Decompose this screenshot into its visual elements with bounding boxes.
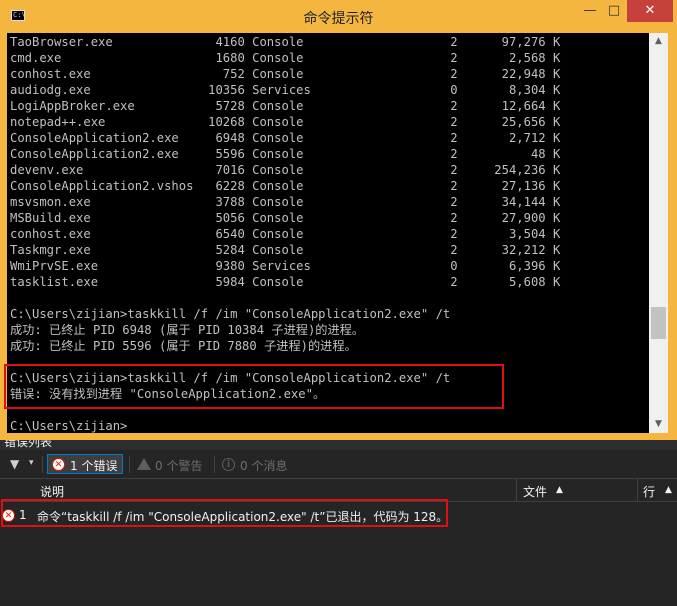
errors-filter-button[interactable]: ✕ 1 个错误 [47,454,123,474]
row-description: 命令“taskkill /f /im "ConsoleApplication2.… [37,510,449,524]
maximize-button[interactable]: □ [602,0,626,22]
column-separator[interactable] [637,479,638,501]
error-icon: ✕ [52,458,65,471]
error-list-toolbar: ▼ ▾ ✕ 1 个错误 0 个警告 i 0 个消息 [0,450,677,478]
console-line: conhost.exe 6540 Console 2 3,504 K [10,227,561,241]
close-button[interactable]: ✕ [627,0,673,22]
vertical-scrollbar[interactable]: ▲ ▼ [649,33,668,433]
console-line: ConsoleApplication2.exe 6948 Console 2 2… [10,131,561,145]
console-line: msvsmon.exe 3788 Console 2 34,144 K [10,195,561,209]
console-line: 错误: 没有找到进程 "ConsoleApplication2.exe"。 [10,387,326,401]
console-line: C:\Users\zijian>taskkill /f /im "Console… [10,307,451,321]
column-separator[interactable] [516,479,517,501]
console-line: MSBuild.exe 5056 Console 2 27,900 K [10,211,561,225]
minimize-button[interactable]: — [578,0,602,22]
table-row[interactable]: ✕ 1 命令“taskkill /f /im "ConsoleApplicati… [0,505,677,525]
toolbar-separator [129,456,130,473]
console-line: notepad++.exe 10268 Console 2 25,656 K [10,115,561,129]
sort-ascending-icon[interactable]: ▲ [665,485,672,495]
column-header-file[interactable]: 文件 [523,483,547,500]
console-line: LogiAppBroker.exe 5728 Console 2 12,664 … [10,99,561,113]
console-line: conhost.exe 752 Console 2 22,948 K [10,67,561,81]
column-header-line[interactable]: 行 [643,483,655,500]
error-list-panel-title-bar[interactable]: 错误列表 [0,440,677,450]
filter-dropdown-icon[interactable]: ▾ [29,458,34,468]
sort-ascending-icon[interactable]: ▲ [556,485,563,495]
info-icon: i [222,458,235,471]
console-line: 成功: 已终止 PID 5596 (属于 PID 7880 子进程)的进程。 [10,339,357,353]
column-header-description[interactable]: 说明 [40,483,64,500]
console-line: 成功: 已终止 PID 6948 (属于 PID 10384 子进程)的进程。 [10,323,365,337]
console-line: C:\Users\zijian> [10,419,128,433]
warnings-count-label: 0 个警告 [155,459,203,473]
console-line: devenv.exe 7016 Console 2 254,236 K [10,163,561,177]
window-title: 命令提示符 [303,11,374,27]
scroll-up-arrow-icon[interactable]: ▲ [649,33,668,50]
console-line: audiodg.exe 10356 Services 0 8,304 K [10,83,561,97]
console-line: WmiPrvSE.exe 9380 Services 0 6,396 K [10,259,561,273]
console-lines: TaoBrowser.exe 4160 Console 2 97,276 K cm… [10,34,560,433]
errors-count-label: 1 个错误 [70,459,118,473]
error-list-panel-title: 错误列表 [4,440,53,449]
command-prompt-window: C:\ 命令提示符 — □ ✕ TaoBrowser.exe 4160 Cons… [0,0,677,440]
row-number: 1 [19,508,27,522]
messages-count-label: 0 个消息 [240,459,288,473]
console-line: tasklist.exe 5984 Console 2 5,608 K [10,275,561,289]
console-output[interactable]: TaoBrowser.exe 4160 Console 2 97,276 K cm… [7,33,649,433]
title-bar[interactable]: C:\ 命令提示符 — □ ✕ [0,0,677,34]
toolbar-separator [214,456,215,473]
console-line: cmd.exe 1680 Console 2 2,568 K [10,51,561,65]
error-list-header: 说明 文件 ▲ 行 ▲ [0,478,677,502]
warning-icon [137,458,151,470]
console-line: ConsoleApplication2.vshos 6228 Console 2… [10,179,561,193]
scrollbar-thumb[interactable] [651,307,666,339]
console-line: ConsoleApplication2.exe 5596 Console 2 4… [10,147,561,161]
console-line: TaoBrowser.exe 4160 Console 2 97,276 K [10,35,561,49]
error-list-body: ✕ 1 命令“taskkill /f /im "ConsoleApplicati… [0,502,677,606]
filter-icon[interactable]: ▼ [10,457,19,471]
scroll-down-arrow-icon[interactable]: ▼ [649,416,668,433]
toolbar-separator [42,456,43,473]
console-line: Taskmgr.exe 5284 Console 2 32,212 K [10,243,561,257]
console-line: C:\Users\zijian>taskkill /f /im "Console… [10,371,451,385]
error-icon: ✕ [2,509,15,522]
